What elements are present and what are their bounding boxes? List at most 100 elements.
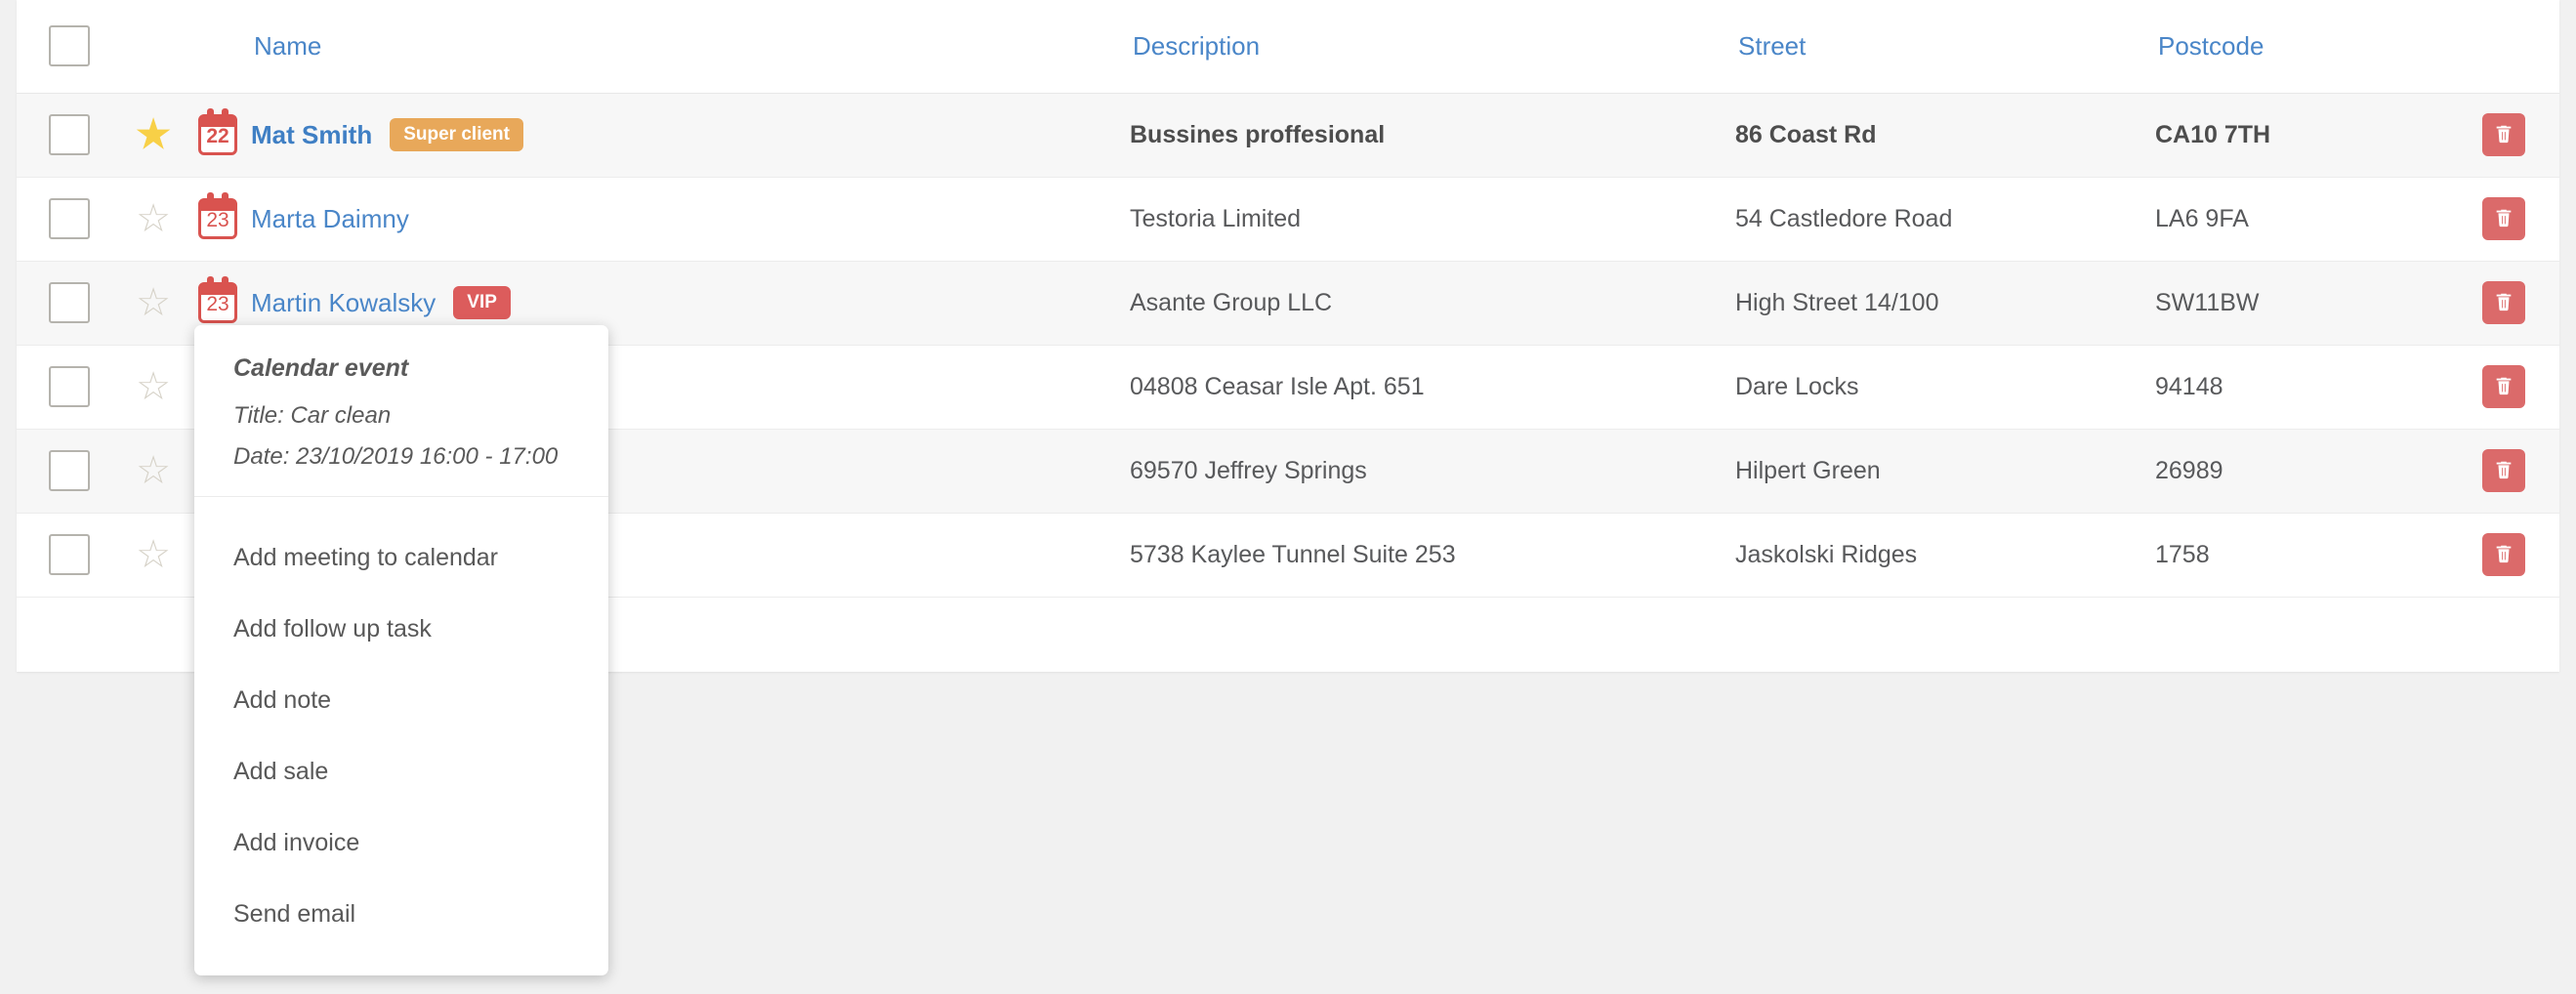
trash-icon [2493, 543, 2514, 567]
row-postcode-cell: 26989 [2155, 428, 2448, 514]
row-select-cell [17, 260, 122, 346]
row-street-cell: Jaskolski Ridges [1735, 512, 2155, 598]
calendar-event-actions: Add meeting to calendar Add follow up tas… [194, 497, 608, 975]
delete-row-button[interactable] [2482, 113, 2525, 156]
star-outline-icon[interactable]: ☆ [136, 535, 171, 574]
calendar-event-title: Title: Car clean [233, 402, 392, 429]
header-select-all-cell [17, 0, 122, 94]
client-badge: VIP [453, 286, 511, 319]
row-select-checkbox[interactable] [49, 534, 90, 575]
row-postcode-cell: SW11BW [2155, 260, 2448, 346]
row-favorite-cell: ☆ [122, 512, 185, 598]
row-favorite-cell: ☆ [122, 344, 185, 430]
row-select-checkbox[interactable] [49, 198, 90, 239]
calendar-event-date: Date: 23/10/2019 16:00 - 17:00 [233, 443, 559, 470]
delete-row-button[interactable] [2482, 197, 2525, 240]
client-name-link[interactable]: Martin Kowalsky [251, 288, 436, 318]
popup-menu-item[interactable]: Add note [194, 665, 608, 736]
calendar-icon[interactable]: 22 [198, 108, 237, 155]
star-outline-icon[interactable]: ☆ [136, 283, 171, 322]
row-select-checkbox[interactable] [49, 450, 90, 491]
row-actions-cell [2448, 92, 2559, 178]
row-select-cell [17, 512, 122, 598]
popup-menu-item[interactable]: Send email [194, 879, 608, 950]
header-calendar-cell [185, 0, 251, 94]
header-street-cell: Street [1735, 0, 2155, 94]
row-description-cell: Bussines proffesional [1130, 92, 1735, 178]
calendar-event-heading: Calendar event [233, 354, 409, 382]
star-outline-icon[interactable]: ☆ [136, 367, 171, 406]
row-actions-cell [2448, 512, 2559, 598]
calendar-icon-day: 23 [206, 209, 229, 231]
sort-by-street-link[interactable]: Street [1738, 31, 1806, 61]
row-description-cell: 5738 Kaylee Tunnel Suite 253 [1130, 512, 1735, 598]
row-description-cell: 04808 Ceasar Isle Apt. 651 [1130, 344, 1735, 430]
row-favorite-cell: ★ [122, 92, 185, 178]
row-name-cell: Mat Smith Super client [251, 92, 1130, 178]
row-calendar-cell: 22 [185, 92, 251, 178]
popup-menu-item[interactable]: Add sale [194, 736, 608, 808]
client-name-link[interactable]: Marta Daimny [251, 204, 409, 234]
row-select-cell [17, 92, 122, 178]
popup-menu-item[interactable]: Add invoice [194, 808, 608, 879]
delete-row-button[interactable] [2482, 365, 2525, 408]
row-select-cell [17, 344, 122, 430]
row-actions-cell [2448, 428, 2559, 514]
row-postcode-cell: CA10 7TH [2155, 92, 2448, 178]
row-postcode-cell: LA6 9FA [2155, 176, 2448, 262]
calendar-event-popup: Calendar event Title: Car clean Date: 23… [194, 325, 608, 975]
row-description-cell: Asante Group LLC [1130, 260, 1735, 346]
header-name-cell: Name [251, 0, 1130, 94]
trash-icon [2493, 291, 2514, 315]
row-calendar-cell: 23 [185, 176, 251, 262]
calendar-icon[interactable]: 23 [198, 276, 237, 323]
row-favorite-cell: ☆ [122, 428, 185, 514]
sort-by-description-link[interactable]: Description [1133, 31, 1260, 61]
star-outline-icon[interactable]: ☆ [136, 451, 171, 490]
row-actions-cell [2448, 260, 2559, 346]
row-description-cell: Testoria Limited [1130, 176, 1735, 262]
trash-icon [2493, 123, 2514, 147]
row-select-checkbox[interactable] [49, 282, 90, 323]
select-all-checkbox[interactable] [49, 25, 90, 67]
header-actions-cell [2448, 0, 2559, 94]
row-favorite-cell: ☆ [122, 260, 185, 346]
row-actions-cell [2448, 176, 2559, 262]
row-street-cell: 86 Coast Rd [1735, 92, 2155, 178]
page-root: Name Description Street Postcode ★ 22 Mat … [0, 0, 2576, 994]
calendar-icon[interactable]: 23 [198, 192, 237, 239]
row-postcode-cell: 1758 [2155, 512, 2448, 598]
popup-menu-item[interactable]: Add meeting to calendar [194, 522, 608, 594]
trash-icon [2493, 459, 2514, 483]
sort-by-name-link[interactable]: Name [254, 31, 321, 61]
row-name-cell: Marta Daimny [251, 176, 1130, 262]
calendar-icon-day: 22 [206, 125, 229, 147]
row-select-checkbox[interactable] [49, 114, 90, 155]
star-filled-icon[interactable]: ★ [136, 115, 171, 154]
trash-icon [2493, 375, 2514, 399]
header-postcode-cell: Postcode [2155, 0, 2448, 94]
delete-row-button[interactable] [2482, 281, 2525, 324]
header-row: Name Description Street Postcode [17, 0, 2559, 94]
table-row[interactable]: ☆ 23 Marta Daimny Testoria Limited 54 Castle… [17, 176, 2559, 262]
calendar-icon-day: 23 [206, 293, 229, 315]
row-postcode-cell: 94148 [2155, 344, 2448, 430]
row-description-cell: 69570 Jeffrey Springs [1130, 428, 1735, 514]
header-star-cell [122, 0, 185, 94]
delete-row-button[interactable] [2482, 449, 2525, 492]
calendar-event-summary: Calendar event Title: Car clean Date: 23… [194, 325, 608, 497]
row-select-cell [17, 428, 122, 514]
row-select-checkbox[interactable] [49, 366, 90, 407]
trash-icon [2493, 207, 2514, 231]
row-favorite-cell: ☆ [122, 176, 185, 262]
popup-menu-item[interactable]: Add follow up task [194, 594, 608, 665]
delete-row-button[interactable] [2482, 533, 2525, 576]
row-street-cell: 54 Castledore Road [1735, 176, 2155, 262]
client-badge: Super client [390, 118, 523, 151]
header-description-cell: Description [1130, 0, 1735, 94]
star-outline-icon[interactable]: ☆ [136, 199, 171, 238]
sort-by-postcode-link[interactable]: Postcode [2158, 31, 2264, 61]
table-row[interactable]: ★ 22 Mat Smith Super client Bussines proffes… [17, 92, 2559, 178]
row-select-cell [17, 176, 122, 262]
client-name-link[interactable]: Mat Smith [251, 120, 372, 150]
